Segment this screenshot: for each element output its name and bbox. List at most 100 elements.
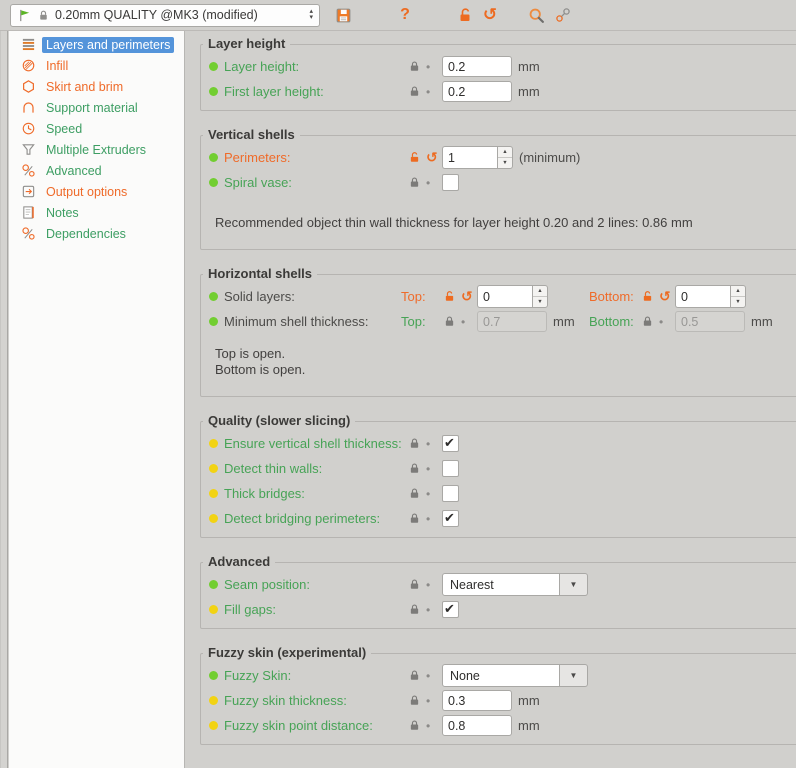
sidebar-label: Output options bbox=[46, 184, 128, 199]
first-layer-height-input[interactable] bbox=[442, 81, 512, 102]
sidebar-item-output-options[interactable]: Output options bbox=[9, 181, 184, 202]
lock-icon[interactable] bbox=[408, 578, 421, 591]
dropdown-value: Nearest bbox=[442, 573, 560, 596]
sidebar-item-notes[interactable]: Notes bbox=[9, 202, 184, 223]
speed-icon bbox=[22, 122, 35, 135]
green-flag-icon bbox=[20, 9, 30, 21]
setting-row-seam-position: Seam position: Nearest bbox=[209, 572, 796, 597]
setting-label: Minimum shell thickness: bbox=[224, 314, 369, 329]
spin-buttons[interactable] bbox=[730, 285, 746, 308]
search-button[interactable] bbox=[526, 5, 546, 25]
save-preset-button[interactable] bbox=[333, 5, 353, 25]
setting-row-solid-layers: Solid layers: Top: Bottom: bbox=[209, 284, 796, 309]
top-solid-layers-spinner[interactable] bbox=[477, 285, 548, 308]
group-title: Fuzzy skin (experimental) bbox=[203, 645, 372, 660]
lock-icon[interactable] bbox=[408, 487, 421, 500]
sidebar-item-support-material[interactable]: Support material bbox=[9, 97, 184, 118]
no-undo-dot bbox=[426, 719, 430, 733]
lock-icon[interactable] bbox=[408, 512, 421, 525]
support-icon bbox=[23, 102, 34, 113]
lock-icon[interactable] bbox=[408, 603, 421, 616]
group-advanced: Advanced Seam position: Nearest Fill gap… bbox=[200, 554, 796, 629]
preset-combobox[interactable]: 0.20mm QUALITY @MK3 (modified) bbox=[10, 3, 320, 27]
dropdown-arrow-icon[interactable] bbox=[560, 664, 588, 687]
bottom-open-note: Bottom is open. bbox=[215, 362, 306, 377]
setting-label: First layer height: bbox=[224, 84, 324, 99]
lock-icon[interactable] bbox=[408, 694, 421, 707]
unit-label: mm bbox=[518, 693, 540, 708]
perimeters-input[interactable] bbox=[442, 146, 497, 169]
lock-icon[interactable] bbox=[408, 669, 421, 682]
lock-icon[interactable] bbox=[408, 462, 421, 475]
layer-height-input[interactable] bbox=[442, 56, 512, 77]
spiral-vase-checkbox[interactable] bbox=[442, 174, 459, 191]
bottom-solid-layers-spinner[interactable] bbox=[675, 285, 746, 308]
sidebar-item-multiple-extruders[interactable]: Multiple Extruders bbox=[9, 139, 184, 160]
undo-icon[interactable] bbox=[659, 290, 671, 303]
compare-icon bbox=[556, 8, 570, 22]
compare-presets-button[interactable] bbox=[553, 5, 573, 25]
spin-buttons[interactable] bbox=[532, 285, 548, 308]
preset-toolbar: 0.20mm QUALITY @MK3 (modified) bbox=[0, 0, 796, 31]
unit-label: mm bbox=[518, 59, 540, 74]
top-solid-layers-input[interactable] bbox=[477, 285, 532, 308]
group-title: Horizontal shells bbox=[203, 266, 318, 281]
lock-icon[interactable] bbox=[443, 315, 456, 328]
unlock-all-button[interactable] bbox=[455, 5, 475, 25]
unlock-icon bbox=[460, 8, 470, 21]
bottom-solid-layers-input[interactable] bbox=[675, 285, 730, 308]
unlock-icon[interactable] bbox=[408, 151, 421, 164]
lock-icon[interactable] bbox=[641, 315, 654, 328]
setting-row-fill-gaps: Fill gaps: bbox=[209, 597, 796, 622]
no-undo-dot bbox=[461, 315, 465, 329]
shell-open-note: Top is open. Bottom is open. bbox=[215, 346, 796, 378]
help-button[interactable] bbox=[395, 5, 415, 25]
sidebar-item-dependencies[interactable]: Dependencies bbox=[9, 223, 184, 244]
override-bullet bbox=[209, 721, 218, 730]
detect-bridging-perimeters-checkbox[interactable] bbox=[442, 510, 459, 527]
setting-label: Spiral vase: bbox=[224, 175, 292, 190]
sidebar-item-infill[interactable]: Infill bbox=[9, 55, 184, 76]
combo-spin-arrows[interactable] bbox=[305, 9, 313, 21]
lock-icon[interactable] bbox=[408, 176, 421, 189]
setting-label: Detect thin walls: bbox=[224, 461, 323, 476]
undo-icon[interactable] bbox=[426, 151, 438, 164]
thick-bridges-checkbox[interactable] bbox=[442, 485, 459, 502]
fuzzy-skin-dropdown[interactable]: None bbox=[442, 664, 588, 687]
dropdown-arrow-icon[interactable] bbox=[560, 573, 588, 596]
sidebar-item-skirt-and-brim[interactable]: Skirt and brim bbox=[9, 76, 184, 97]
override-bullet bbox=[209, 153, 218, 162]
sidebar-label: Notes bbox=[46, 205, 79, 220]
ensure-vertical-shell-thickness-checkbox[interactable] bbox=[442, 435, 459, 452]
group-layer-height: Layer height Layer height: mm First laye… bbox=[200, 36, 796, 111]
group-title: Advanced bbox=[203, 554, 276, 569]
lock-icon[interactable] bbox=[408, 719, 421, 732]
setting-label: Fuzzy Skin: bbox=[224, 668, 292, 683]
lock-icon[interactable] bbox=[408, 85, 421, 98]
seam-position-dropdown[interactable]: Nearest bbox=[442, 573, 588, 596]
fill-gaps-checkbox[interactable] bbox=[442, 601, 459, 618]
sidebar-item-speed[interactable]: Speed bbox=[9, 118, 184, 139]
thin-wall-recommendation-note: Recommended object thin wall thickness f… bbox=[215, 215, 693, 230]
undo-icon[interactable] bbox=[461, 290, 473, 303]
sidebar-item-advanced[interactable]: Advanced bbox=[9, 160, 184, 181]
spin-buttons[interactable] bbox=[497, 146, 513, 169]
override-bullet bbox=[209, 178, 218, 187]
lock-icon[interactable] bbox=[408, 60, 421, 73]
unlock-icon[interactable] bbox=[443, 290, 456, 303]
group-quality: Quality (slower slicing) Ensure vertical… bbox=[200, 413, 796, 538]
sidebar-item-layers-and-perimeters[interactable]: Layers and perimeters bbox=[9, 34, 184, 55]
override-bullet bbox=[209, 439, 218, 448]
fuzzy-skin-point-distance-input[interactable] bbox=[442, 715, 512, 736]
settings-category-tree: Layers and perimeters Infill Skirt and b… bbox=[9, 31, 185, 768]
perimeters-spinner[interactable] bbox=[442, 146, 513, 169]
undo-all-button[interactable] bbox=[480, 5, 500, 25]
search-icon bbox=[529, 8, 544, 23]
detect-thin-walls-checkbox[interactable] bbox=[442, 460, 459, 477]
setting-row-thick-bridges: Thick bridges: bbox=[209, 481, 796, 506]
lock-icon[interactable] bbox=[408, 437, 421, 450]
window-edge-strip bbox=[0, 31, 8, 768]
setting-label: Thick bridges: bbox=[224, 486, 305, 501]
unlock-icon[interactable] bbox=[641, 290, 654, 303]
fuzzy-skin-thickness-input[interactable] bbox=[442, 690, 512, 711]
